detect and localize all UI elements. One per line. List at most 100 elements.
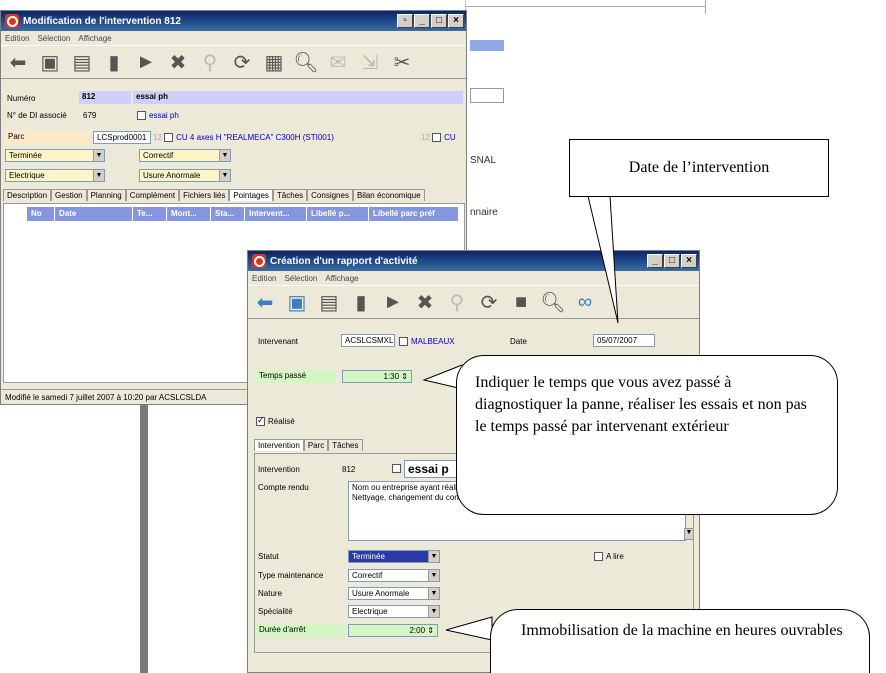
statut-combo[interactable]: Terminée ▼ [348, 550, 440, 563]
specialite-combo[interactable]: Electrique ▼ [348, 605, 440, 618]
type-combo[interactable]: Correctif ▼ [348, 569, 440, 582]
flag-icon[interactable]: ► [133, 49, 159, 75]
date-field[interactable]: 05/07/2007 [593, 334, 655, 347]
background-text-nnaire: nnaire [470, 207, 498, 218]
document-icon[interactable]: ▮ [101, 49, 127, 75]
toolbar: ⬅ ▣ ▤ ▮ ► ✖ ⚲ ⟳ ■ 🔍︎ ∞ [248, 285, 699, 319]
tab-bilan[interactable]: Bilan économique [352, 189, 425, 201]
realise-check[interactable] [256, 415, 265, 427]
tab-consignes[interactable]: Consignes [307, 189, 353, 201]
intervenant-name-text: MALBEAUX [411, 337, 455, 346]
print-icon[interactable]: ▤ [316, 289, 342, 315]
window-title: Création d'un rapport d'activité [270, 255, 418, 267]
tools-icon[interactable]: ✂ [389, 49, 415, 75]
search-icon[interactable]: 🔍︎ [540, 289, 566, 315]
minimize-button[interactable]: _ [414, 14, 430, 28]
table-icon[interactable]: ▦ [261, 49, 287, 75]
col-mont[interactable]: Mont... [167, 207, 211, 221]
tab-taches[interactable]: Tâches [328, 439, 363, 451]
win1-tabs: Description Gestion Planning Complément … [3, 189, 425, 201]
document-icon[interactable]: ▮ [348, 289, 374, 315]
specialite-combo[interactable]: Electrique ▼ [5, 169, 105, 182]
nature-combo[interactable]: Usure Anormale ▼ [139, 169, 231, 182]
side-num: 12 [421, 133, 430, 142]
refresh-icon[interactable]: ⟳ [229, 49, 255, 75]
temps-callout: Indiquer le temps que vous avez passé à … [456, 355, 838, 515]
background-hline [465, 6, 705, 7]
numero-field[interactable]: 812 [79, 91, 131, 104]
flag-icon[interactable]: ► [380, 289, 406, 315]
intervenant-code-field[interactable]: ACSLCSMXL [341, 334, 395, 347]
save-icon[interactable]: ▣ [284, 289, 310, 315]
maximize-button[interactable]: □ [431, 14, 447, 28]
col-sta[interactable]: Sta... [211, 207, 245, 221]
table-icon[interactable]: ■ [508, 289, 534, 315]
parc-checkbox[interactable] [164, 133, 174, 143]
di-desc: essai ph [137, 111, 179, 121]
duree-field[interactable]: 2:00 ⇕ [348, 624, 438, 637]
intervenant-checkbox[interactable] [399, 337, 408, 347]
col-intervenant[interactable]: Intervent... [245, 207, 307, 221]
app-icon [252, 254, 266, 268]
export-icon[interactable]: ⇲ [357, 49, 383, 75]
tab-parc[interactable]: Parc [303, 439, 329, 451]
statut-value: Terminée [352, 552, 385, 561]
minimize-button[interactable]: _ [647, 254, 663, 268]
mail-icon[interactable]: ✉ [325, 49, 351, 75]
temps-field[interactable]: 1:30 ⇕ [342, 370, 412, 383]
intervention-checkbox[interactable] [392, 464, 401, 473]
col-no[interactable]: No [27, 207, 55, 221]
tab-pointages[interactable]: Pointages [229, 189, 273, 201]
delete-icon[interactable]: ✖ [412, 289, 438, 315]
restore-button[interactable]: ▫ [397, 14, 413, 28]
zoom-icon[interactable]: ⚲ [444, 289, 470, 315]
back-arrow-icon[interactable]: ⬅ [252, 289, 278, 315]
tab-planning[interactable]: Planning [86, 189, 126, 201]
di-label: N° de DI associé [7, 111, 67, 120]
tab-intervention[interactable]: Intervention [254, 439, 304, 451]
window-title: Modification de l'intervention 812 [23, 15, 181, 27]
search-icon[interactable]: 🔍︎ [293, 49, 319, 75]
tab-complement[interactable]: Complément [125, 189, 180, 201]
tab-taches[interactable]: Tâches [272, 189, 308, 201]
binoculars-icon[interactable]: ∞ [572, 289, 598, 315]
delete-icon[interactable]: ✖ [165, 49, 191, 75]
tab-fichiers[interactable]: Fichiers liés [179, 189, 230, 201]
close-button[interactable]: × [448, 14, 464, 28]
numero-desc-field[interactable]: essai ph [133, 91, 463, 104]
realise-checkbox[interactable]: Réalisé [256, 415, 295, 427]
type-combo[interactable]: Correctif ▼ [139, 149, 231, 162]
save-icon[interactable]: ▣ [37, 49, 63, 75]
side-checkbox[interactable] [432, 133, 442, 143]
maximize-button[interactable]: □ [664, 254, 680, 268]
di-desc-text: essai ph [149, 111, 179, 120]
status-combo[interactable]: Terminée ▼ [5, 149, 105, 162]
menu-selection[interactable]: Sélection [37, 34, 70, 43]
col-libelle-parc[interactable]: Libellé parc préf [369, 207, 459, 221]
alire-checkbox[interactable]: A lire [594, 552, 624, 562]
back-arrow-icon[interactable]: ⬅ [5, 49, 31, 75]
col-date[interactable]: Date [55, 207, 133, 221]
scroll-down-icon[interactable]: ▼ [684, 528, 694, 540]
menu-edition[interactable]: Edition [5, 34, 29, 43]
print-icon[interactable]: ▤ [69, 49, 95, 75]
refresh-icon[interactable]: ⟳ [476, 289, 502, 315]
intervenant-name: MALBEAUX [399, 337, 455, 347]
col-libelle-p[interactable]: Libellé p... [307, 207, 369, 221]
parc-code-field[interactable]: LCSprod0001 [93, 131, 151, 144]
tab-description[interactable]: Description [3, 189, 52, 201]
type-value: Correctif [352, 571, 383, 580]
alire-check[interactable] [594, 552, 603, 562]
menu-selection[interactable]: Sélection [284, 274, 317, 283]
temps-callout-text: Indiquer le temps que vous avez passé à … [475, 374, 807, 435]
col-te[interactable]: Te... [133, 207, 167, 221]
tab-gestion[interactable]: Gestion [51, 189, 87, 201]
menu-edition[interactable]: Edition [252, 274, 276, 283]
type-label: Type maintenance [258, 571, 324, 580]
zoom-icon[interactable]: ⚲ [197, 49, 223, 75]
di-checkbox[interactable] [137, 111, 146, 121]
close-button[interactable]: × [681, 254, 697, 268]
menu-affichage[interactable]: Affichage [325, 274, 358, 283]
nature-combo[interactable]: Usure Anormale ▼ [348, 587, 440, 600]
menu-affichage[interactable]: Affichage [78, 34, 111, 43]
